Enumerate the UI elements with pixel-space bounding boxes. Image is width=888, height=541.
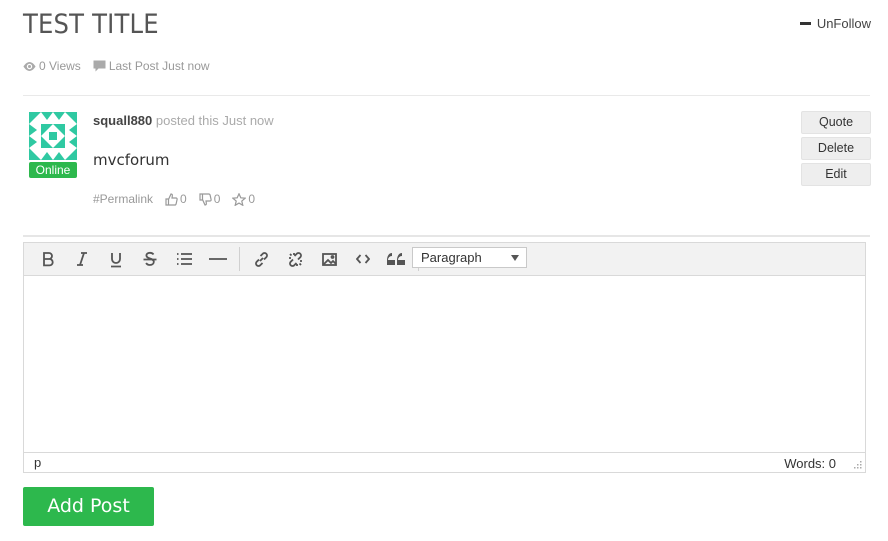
upvote-count: 0: [180, 192, 187, 206]
unfollow-button[interactable]: UnFollow: [799, 16, 871, 31]
post-content: mvcforum: [93, 151, 170, 169]
delete-button[interactable]: Delete: [801, 137, 871, 160]
downvote-count: 0: [213, 192, 221, 206]
views-stat: 0 Views: [23, 59, 81, 73]
code-icon: [356, 254, 370, 264]
posted-text: posted this Just now: [155, 113, 274, 128]
topic-meta: 0 Views Last Post Just now: [23, 59, 210, 73]
resize-grip-icon[interactable]: [852, 459, 862, 469]
unlink-button[interactable]: [278, 246, 312, 272]
image-button[interactable]: [312, 246, 346, 272]
upvote-button[interactable]: 0: [165, 192, 187, 206]
link-button[interactable]: [244, 246, 278, 272]
image-icon: [321, 252, 337, 266]
unlink-icon: [288, 251, 302, 267]
star-icon: [232, 192, 247, 206]
eye-icon: [23, 61, 36, 71]
bold-icon: [43, 252, 54, 267]
views-label: 0 Views: [39, 59, 81, 73]
thumbs-up-icon: [165, 192, 178, 206]
editor-toolbar: Paragraph: [24, 243, 865, 276]
thumbs-down-icon: [199, 192, 212, 206]
status-badge: Online: [29, 162, 77, 178]
horizontal-rule-button[interactable]: [201, 246, 235, 272]
unfollow-label: UnFollow: [816, 16, 871, 31]
comment-icon: [93, 60, 106, 72]
username-link[interactable]: squall880: [93, 113, 152, 128]
link-icon: [254, 251, 268, 267]
add-post-button[interactable]: Add Post: [23, 487, 154, 526]
divider: [23, 95, 870, 96]
bullet-list-button[interactable]: [167, 246, 201, 272]
code-button[interactable]: [346, 246, 380, 272]
blockquote-button[interactable]: [380, 246, 414, 272]
downvote-button[interactable]: 0: [199, 192, 221, 206]
underline-icon: [111, 252, 121, 267]
favourite-button[interactable]: 0: [232, 192, 255, 206]
editor-text-area[interactable]: [24, 276, 865, 452]
minus-icon: [799, 22, 811, 25]
topic-title: TEST TITLE: [23, 9, 159, 40]
strikethrough-button[interactable]: [133, 246, 167, 272]
editor-statusbar: p Words: 0: [24, 452, 865, 472]
last-post-label: Last Post Just now: [108, 59, 210, 73]
caret-down-icon: [511, 255, 519, 261]
word-count: Words: 0: [784, 456, 836, 471]
element-path[interactable]: p: [34, 455, 41, 470]
favourite-count: 0: [248, 192, 256, 206]
horizontal-rule-icon: [209, 258, 227, 260]
format-select-value: Paragraph: [421, 250, 482, 265]
toolbar-divider: [239, 247, 240, 271]
edit-button[interactable]: Edit: [801, 163, 871, 186]
rich-text-editor: Paragraph p Words: 0: [23, 242, 866, 473]
italic-icon: [77, 252, 87, 266]
last-post-stat: Last Post Just now: [93, 59, 210, 73]
divider: [23, 235, 870, 237]
underline-button[interactable]: [99, 246, 133, 272]
quote-button[interactable]: Quote: [801, 111, 871, 134]
post-actions: #Permalink 0 0 0: [93, 192, 255, 206]
format-select[interactable]: Paragraph: [412, 247, 527, 268]
avatar: [29, 112, 77, 160]
post-header: squall880 posted this Just now: [93, 113, 274, 128]
bullet-list-icon: [176, 253, 192, 265]
strikethrough-icon: [143, 251, 157, 266]
italic-button[interactable]: [65, 246, 99, 272]
blockquote-icon: [387, 253, 405, 265]
permalink-link[interactable]: #Permalink: [93, 192, 153, 206]
bold-button[interactable]: [31, 246, 65, 272]
